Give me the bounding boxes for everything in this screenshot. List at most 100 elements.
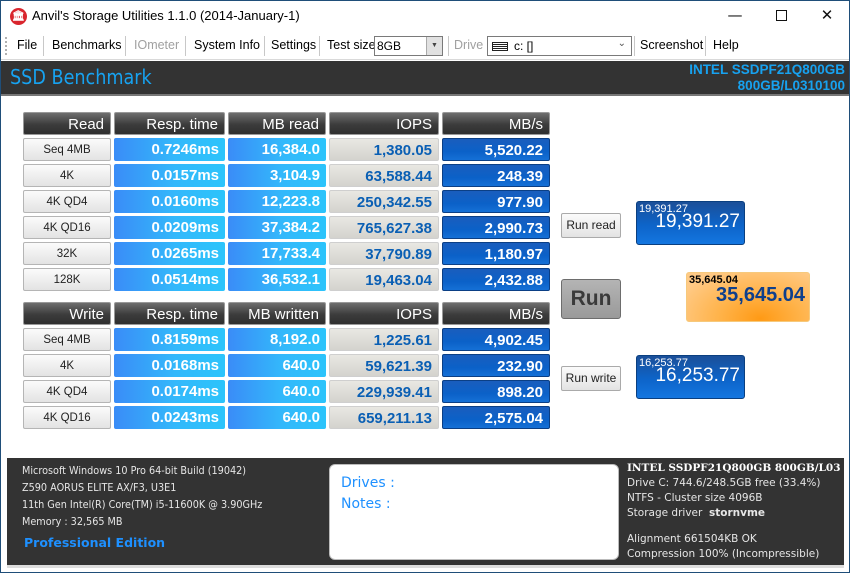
run-read-button[interactable]: Run read — [561, 213, 621, 238]
iops-cell: 63,588.44 — [329, 164, 439, 187]
notes-box[interactable]: Drives : Notes : — [329, 464, 619, 560]
footer-border — [7, 565, 844, 568]
compression-info: Compression 100% (Incompressible) — [627, 548, 820, 560]
mb-cell: 640.0 — [228, 380, 326, 403]
test-button[interactable]: Seq 4MB — [23, 138, 111, 161]
write-header-mb: MB written — [228, 302, 326, 325]
read-header-mbs: MB/s — [442, 112, 550, 135]
mbs-cell: 2,990.73 — [442, 216, 550, 239]
response-time-cell: 0.0209ms — [114, 216, 225, 239]
drive-select[interactable]: c: [] ⌄ — [487, 36, 632, 56]
iops-cell: 59,621.39 — [329, 354, 439, 377]
mb-cell: 640.0 — [228, 354, 326, 377]
storage-driver-info: Storage driver stornvme — [627, 507, 765, 519]
mb-cell: 16,384.0 — [228, 138, 326, 161]
test-button[interactable]: 4K QD4 — [23, 380, 111, 403]
write-score-panel: 16,253.77 16,253.77 — [636, 355, 745, 399]
mb-cell: 3,104.9 — [228, 164, 326, 187]
menu-screenshot[interactable]: Screenshot — [640, 38, 703, 52]
drive-model: INTEL SSDPF21Q800GB — [689, 62, 845, 77]
test-button[interactable]: 4K QD16 — [23, 406, 111, 429]
response-time-cell: 0.8159ms — [114, 328, 225, 351]
app-window: 🏛 Anvil's Storage Utilities 1.1.0 (2014-… — [0, 0, 850, 573]
filesystem-info: NTFS - Cluster size 4096B — [627, 492, 763, 504]
iops-cell: 19,463.04 — [329, 268, 439, 291]
menu-system-info[interactable]: System Info — [194, 38, 260, 52]
menu-settings[interactable]: Settings — [271, 38, 316, 52]
mb-cell: 12,223.8 — [228, 190, 326, 213]
menu-iometer[interactable]: IOmeter — [134, 38, 179, 52]
response-time-cell: 0.0514ms — [114, 268, 225, 291]
test-size-value: 8GB — [377, 39, 402, 53]
response-time-cell: 0.0157ms — [114, 164, 225, 187]
iops-cell: 1,225.61 — [329, 328, 439, 351]
menu-file[interactable]: File — [17, 38, 37, 52]
write-header-resp-time: Resp. time — [114, 302, 225, 325]
test-button[interactable]: Seq 4MB — [23, 328, 111, 351]
menu-help[interactable]: Help — [713, 38, 739, 52]
mb-cell: 17,733.4 — [228, 242, 326, 265]
run-button[interactable]: Run — [561, 279, 621, 319]
write-header-mbs: MB/s — [442, 302, 550, 325]
mbs-cell: 5,520.22 — [442, 138, 550, 161]
maximize-button[interactable] — [758, 1, 804, 32]
write-header-label: Write — [23, 302, 111, 325]
test-button[interactable]: 4K QD16 — [23, 216, 111, 239]
drive-capacity-firmware: 800GB/L0310100 — [737, 78, 845, 93]
menu-bar: File Benchmarks IOmeter System Info Sett… — [1, 32, 849, 60]
iops-cell: 1,380.05 — [329, 138, 439, 161]
run-write-button[interactable]: Run write — [561, 366, 621, 391]
iops-cell: 250,342.55 — [329, 190, 439, 213]
edition-label: Professional Edition — [24, 535, 166, 550]
read-header-resp-time: Resp. time — [114, 112, 225, 135]
test-button[interactable]: 128K — [23, 268, 111, 291]
mbs-cell: 2,575.04 — [442, 406, 550, 429]
write-score: 16,253.77 — [655, 365, 740, 386]
read-header-mb: MB read — [228, 112, 326, 135]
page-title: SSD Benchmark — [10, 65, 152, 89]
read-score-panel: 19,391.27 19,391.27 — [636, 201, 745, 245]
maximize-icon — [775, 10, 787, 21]
menu-separator — [705, 36, 706, 56]
menu-separator — [43, 36, 44, 56]
storage-driver-value: stornvme — [709, 507, 766, 519]
menu-separator — [634, 36, 635, 56]
mbs-cell: 977.90 — [442, 190, 550, 213]
info-footer: Microsoft Windows 10 Pro 64-bit Build (1… — [7, 458, 844, 565]
close-button[interactable]: ✕ — [804, 1, 850, 32]
chevron-down-icon[interactable]: ⌄ — [618, 38, 626, 49]
test-button[interactable]: 4K QD4 — [23, 190, 111, 213]
mbs-cell: 232.90 — [442, 354, 550, 377]
response-time-cell: 0.0174ms — [114, 380, 225, 403]
test-button[interactable]: 4K — [23, 164, 111, 187]
drives-label: Drives : — [341, 475, 395, 491]
mbs-cell: 2,432.88 — [442, 268, 550, 291]
drive-info-title: INTEL SSDPF21Q800GB 800GB/L0310100 — [627, 462, 841, 474]
read-header-iops: IOPS — [329, 112, 439, 135]
iops-cell: 765,627.38 — [329, 216, 439, 239]
storage-driver-label: Storage driver — [627, 507, 703, 519]
total-score: 35,645.04 — [716, 284, 805, 306]
drive-space: Drive C: 744.6/248.5GB free (33.4%) — [627, 477, 821, 489]
drive-value: c: [] — [514, 39, 534, 53]
minimize-button[interactable]: — — [712, 1, 758, 32]
menu-benchmarks[interactable]: Benchmarks — [52, 38, 121, 52]
iops-cell: 37,790.89 — [329, 242, 439, 265]
close-icon: ✕ — [820, 6, 834, 24]
write-header-iops: IOPS — [329, 302, 439, 325]
motherboard-info: Z590 AORUS ELITE AX/F3, U3E1 — [22, 482, 177, 494]
memory-info: Memory : 32,565 MB — [22, 516, 123, 528]
title-bar: 🏛 Anvil's Storage Utilities 1.1.0 (2014-… — [1, 1, 849, 32]
iops-cell: 229,939.41 — [329, 380, 439, 403]
menu-separator — [264, 36, 265, 56]
drive-label: Drive — [454, 38, 484, 52]
dropdown-arrow-icon[interactable]: ▼ — [426, 37, 442, 55]
iops-cell: 659,211.13 — [329, 406, 439, 429]
minimize-icon: — — [727, 6, 743, 24]
window-title: Anvil's Storage Utilities 1.1.0 (2014-Ja… — [32, 8, 300, 23]
read-score: 19,391.27 — [655, 211, 740, 232]
test-button[interactable]: 4K — [23, 354, 111, 377]
test-button[interactable]: 32K — [23, 242, 111, 265]
test-size-select[interactable]: 8GB ▼ — [374, 36, 443, 56]
toolbar-grip[interactable] — [5, 37, 7, 55]
